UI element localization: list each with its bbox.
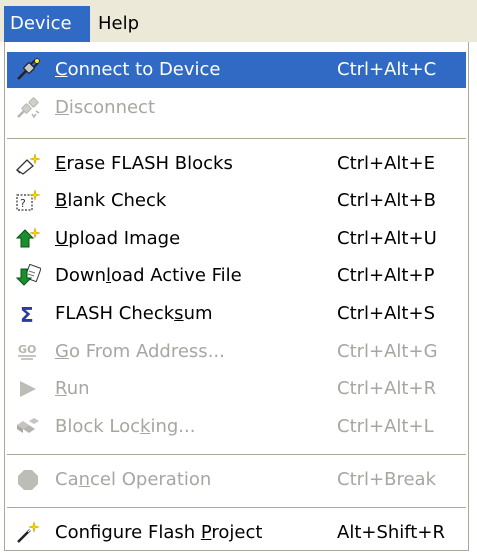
svg-text:Σ: Σ xyxy=(20,303,34,326)
go-icon: GO xyxy=(15,340,41,364)
upload-icon xyxy=(15,227,41,251)
menu-item-blank-check[interactable]: ? Blank Check Ctrl+Alt+B xyxy=(7,183,466,219)
block-locking-icon xyxy=(15,415,41,439)
menu-item-label: Upload Image xyxy=(55,228,181,249)
menu-item-disconnect[interactable]: Disconnect xyxy=(7,90,466,126)
menu-item-download-active-file[interactable]: Download Active File Ctrl+Alt+P xyxy=(7,258,466,294)
menu-item-label: Block Locking... xyxy=(55,416,196,437)
menu-device[interactable]: Device xyxy=(4,6,90,42)
menu-item-shortcut: Ctrl+Alt+E xyxy=(337,153,435,174)
menu-item-flash-checksum[interactable]: Σ FLASH Checksum Ctrl+Alt+S xyxy=(7,296,466,332)
menu-item-connect-to-device[interactable]: Connect to Device Ctrl+Alt+C xyxy=(7,52,466,88)
plug-connect-icon xyxy=(15,58,41,82)
menu-item-shortcut: Ctrl+Alt+P xyxy=(337,265,435,286)
menu-separator xyxy=(7,507,466,509)
menu-separator xyxy=(7,454,466,456)
eraser-icon xyxy=(15,152,41,176)
application-window: Device Help Connect to Device Ctrl+Alt+C xyxy=(0,0,477,553)
menu-item-cancel-operation[interactable]: Cancel Operation Ctrl+Break xyxy=(7,462,466,498)
menu-item-label: Connect to Device xyxy=(55,59,221,80)
menu-item-shortcut: Ctrl+Alt+U xyxy=(337,228,437,249)
svg-text:?: ? xyxy=(20,197,26,210)
plug-disconnect-icon xyxy=(15,96,41,120)
menu-item-shortcut: Ctrl+Alt+C xyxy=(337,59,437,80)
menu-item-run[interactable]: Run Ctrl+Alt+R xyxy=(7,371,466,407)
device-dropdown-menu: Connect to Device Ctrl+Alt+C Disconnect xyxy=(4,42,469,551)
svg-text:GO: GO xyxy=(18,343,36,356)
stop-icon xyxy=(15,468,41,492)
menu-item-shortcut: Ctrl+Alt+G xyxy=(337,341,438,362)
menu-item-shortcut: Ctrl+Alt+S xyxy=(337,303,435,324)
menu-item-label: Run xyxy=(55,378,90,399)
menu-item-erase-flash-blocks[interactable]: Erase FLASH Blocks Ctrl+Alt+E xyxy=(7,146,466,182)
download-icon xyxy=(15,263,42,288)
menu-item-go-from-address[interactable]: GO Go From Address... Ctrl+Alt+G xyxy=(7,334,466,370)
menu-item-label: Configure Flash Project xyxy=(55,522,263,543)
menu-item-label: Go From Address... xyxy=(55,341,225,362)
menu-item-label: Cancel Operation xyxy=(55,469,212,490)
run-icon xyxy=(15,377,41,401)
menu-item-label: Disconnect xyxy=(55,97,156,118)
menu-item-upload-image[interactable]: Upload Image Ctrl+Alt+U xyxy=(7,221,466,257)
menu-item-label: Erase FLASH Blocks xyxy=(55,153,233,174)
menu-item-label: Download Active File xyxy=(55,265,242,286)
configure-wand-icon xyxy=(15,521,41,545)
menu-item-shortcut: Ctrl+Alt+B xyxy=(337,190,436,211)
menu-item-shortcut: Ctrl+Alt+R xyxy=(337,378,437,399)
menu-separator xyxy=(7,138,466,140)
menu-item-label: Blank Check xyxy=(55,190,167,211)
menu-help[interactable]: Help xyxy=(92,6,154,42)
blank-check-icon: ? xyxy=(15,189,41,213)
menu-item-label: FLASH Checksum xyxy=(55,303,213,324)
menu-item-shortcut: Ctrl+Break xyxy=(337,469,436,490)
menu-item-shortcut: Alt+Shift+R xyxy=(337,522,445,543)
sigma-icon: Σ xyxy=(15,302,41,327)
menu-item-configure-flash-project[interactable]: Configure Flash Project Alt+Shift+R xyxy=(7,515,466,551)
menu-item-block-locking[interactable]: Block Locking... Ctrl+Alt+L xyxy=(7,409,466,445)
menu-item-shortcut: Ctrl+Alt+L xyxy=(337,416,434,437)
menu-bar: Device Help xyxy=(0,0,477,42)
